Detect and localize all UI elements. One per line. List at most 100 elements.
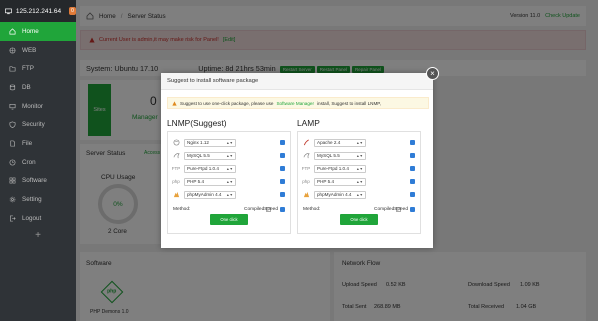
speed-checkbox[interactable] — [280, 207, 285, 212]
php-checkbox[interactable] — [410, 179, 415, 184]
phpmyadmin-checkbox[interactable] — [280, 192, 285, 197]
ftp-version-select[interactable]: Pure-Ftpd 1.0.4 ▲▼ — [184, 164, 236, 173]
mysql-version-select[interactable]: MySQL 5.5 ▲▼ — [314, 151, 366, 160]
globe-icon — [9, 47, 16, 53]
select-arrow-icon: ▲▼ — [356, 153, 363, 158]
close-icon[interactable]: × — [426, 67, 439, 80]
apache-checkbox[interactable] — [410, 140, 415, 145]
sidebar-item-home[interactable]: Home — [0, 22, 76, 41]
sidebar-item-file[interactable]: File — [0, 134, 76, 153]
lamp-title: LAMP — [297, 118, 320, 128]
lamp-column: LAMP Apache 2.4 ▲▼ MySQL 5.5 ▲▼ FTP Pure-F… — [297, 118, 421, 234]
folder-icon — [9, 66, 16, 72]
select-arrow-icon: ▲▼ — [356, 166, 363, 171]
shield-icon — [9, 121, 16, 129]
select-value: Nginx 1.12 — [187, 140, 209, 145]
sidebar-item-label: Logout — [22, 214, 42, 222]
mysql-version-select[interactable]: MySQL 5.5 ▲▼ — [184, 151, 236, 160]
monitor-icon — [5, 8, 12, 14]
lnmp-row-php: php PHP 5.4 ▲▼ — [172, 175, 286, 188]
php-icon: php — [172, 179, 180, 184]
compiled-label: Compiled — [244, 207, 265, 212]
sidebar-item-label: Software — [22, 177, 47, 185]
monitor-icon — [9, 103, 16, 110]
nginx-checkbox[interactable] — [280, 140, 285, 145]
nginx-version-select[interactable]: Nginx 1.12 ▲▼ — [184, 138, 236, 147]
lnmp-row-mysql: MySQL 5.5 ▲▼ — [172, 149, 286, 162]
file-icon — [10, 140, 15, 147]
sidebar-item-web[interactable]: WEB — [0, 41, 76, 60]
notification-badge[interactable]: 0 — [69, 7, 76, 15]
sidebar-item-security[interactable]: Security — [0, 115, 76, 134]
database-icon — [9, 84, 16, 91]
sidebar-item-monitor[interactable]: Monitor — [0, 97, 76, 116]
clock-icon — [9, 159, 16, 166]
apache-icon — [302, 139, 310, 147]
lnmp-column: LNMP(Suggest) Nginx 1.12 ▲▼ MySQL 5.5 ▲▼ F… — [167, 118, 291, 234]
select-arrow-icon: ▲▼ — [356, 140, 363, 145]
ftp-checkbox[interactable] — [280, 166, 285, 171]
method-label: Method: — [173, 207, 191, 212]
lnmp-one-click-button[interactable]: One click — [210, 214, 248, 225]
select-value: phpMyAdmin 4.4 — [187, 192, 222, 197]
apache-version-select[interactable]: Apache 2.4 ▲▼ — [314, 138, 366, 147]
lnmp-row-phpmyadmin: phpMyAdmin 4.4 ▲▼ — [172, 188, 286, 201]
speed-label: Speed — [394, 207, 408, 212]
php-checkbox[interactable] — [280, 179, 285, 184]
select-arrow-icon: ▲▼ — [226, 179, 233, 184]
sidebar-item-setting[interactable]: Setting — [0, 190, 76, 209]
install-method: Method: Compiled Speed — [172, 207, 286, 212]
sidebar-item-label: WEB — [22, 46, 37, 54]
sidebar-item-ftp[interactable]: FTP — [0, 59, 76, 78]
select-arrow-icon: ▲▼ — [356, 179, 363, 184]
lnmp-title: LNMP(Suggest) — [167, 118, 227, 128]
mysql-checkbox[interactable] — [410, 153, 415, 158]
lamp-row-ftp: FTP Pure-Ftpd 1.0.4 ▲▼ — [302, 162, 416, 175]
select-value: MySQL 5.5 — [317, 153, 340, 158]
logout-icon — [10, 215, 16, 222]
lnmp-row-nginx: Nginx 1.12 ▲▼ — [172, 136, 286, 149]
php-version-select[interactable]: PHP 5.4 ▲▼ — [314, 177, 366, 186]
lamp-row-apache: Apache 2.4 ▲▼ — [302, 136, 416, 149]
speed-checkbox[interactable] — [410, 207, 415, 212]
sidebar-item-software[interactable]: Software — [0, 172, 76, 191]
phpmyadmin-icon — [172, 191, 180, 199]
server-header: 125.212.241.64 0 — [0, 0, 76, 22]
lamp-one-click-button[interactable]: One click — [340, 214, 378, 225]
sidebar-item-label: Home — [22, 27, 39, 35]
gear-icon — [9, 196, 16, 203]
ftp-icon: FTP — [301, 166, 311, 171]
select-arrow-icon: ▲▼ — [226, 166, 233, 171]
sidebar-item-label: Cron — [22, 158, 36, 166]
add-button[interactable]: + — [0, 230, 76, 241]
sidebar-item-cron[interactable]: Cron — [0, 153, 76, 172]
server-ip: 125.212.241.64 — [15, 7, 62, 15]
lamp-row-php: php PHP 5.4 ▲▼ — [302, 175, 416, 188]
home-icon — [9, 28, 16, 35]
sidebar-item-db[interactable]: DB — [0, 78, 76, 97]
mysql-icon — [172, 152, 180, 160]
install-notice: Suggest to use one-click package, please… — [167, 97, 429, 109]
phpmyadmin-version-select[interactable]: phpMyAdmin 4.4 ▲▼ — [184, 190, 236, 199]
sidebar-item-label: FTP — [22, 65, 34, 73]
sidebar-item-logout[interactable]: Logout — [0, 209, 76, 228]
software-manager-link[interactable]: Software Manager — [276, 101, 314, 106]
warning-icon — [172, 100, 177, 106]
phpmyadmin-checkbox[interactable] — [410, 192, 415, 197]
lnmp-box: Nginx 1.12 ▲▼ MySQL 5.5 ▲▼ FTP Pure-Ftpd 1… — [167, 131, 291, 234]
select-value: MySQL 5.5 — [187, 153, 210, 158]
sidebar-item-label: DB — [22, 83, 31, 91]
mysql-checkbox[interactable] — [280, 153, 285, 158]
phpmyadmin-version-select[interactable]: phpMyAdmin 4.4 ▲▼ — [314, 190, 366, 199]
lnmp-row-ftp: FTP Pure-Ftpd 1.0.4 ▲▼ — [172, 162, 286, 175]
ftp-icon: FTP — [171, 166, 181, 171]
php-version-select[interactable]: PHP 5.4 ▲▼ — [184, 177, 236, 186]
select-value: Pure-Ftpd 1.0.4 — [187, 166, 219, 171]
select-value: Pure-Ftpd 1.0.4 — [317, 166, 349, 171]
method-label: Method: — [303, 207, 321, 212]
phpmyadmin-icon — [302, 191, 310, 199]
ftp-version-select[interactable]: Pure-Ftpd 1.0.4 ▲▼ — [314, 164, 366, 173]
ftp-checkbox[interactable] — [410, 166, 415, 171]
select-arrow-icon: ▲▼ — [226, 153, 233, 158]
sidebar-item-label: Monitor — [22, 102, 43, 110]
